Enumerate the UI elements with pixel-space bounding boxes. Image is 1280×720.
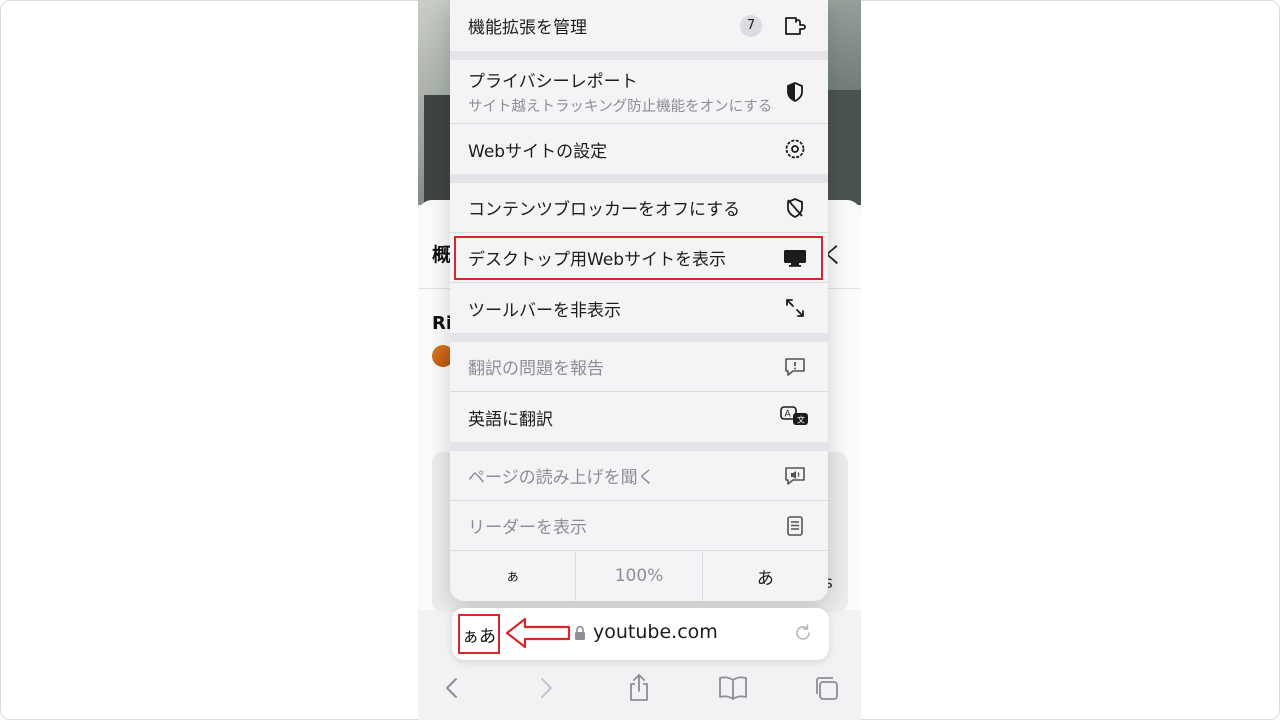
menu-separator	[450, 51, 828, 60]
page-title-fragment: 概	[432, 244, 452, 266]
highlight-box	[454, 236, 823, 280]
url-text[interactable]: youtube.com	[593, 621, 718, 643]
forward-icon[interactable]	[530, 672, 562, 704]
expand-arrows-icon	[780, 293, 810, 323]
menu-item-label: ページの読み上げを聞く	[468, 468, 655, 488]
exclamation-bubble-icon	[780, 352, 810, 382]
back-icon[interactable]	[436, 672, 468, 704]
svg-text:A: A	[785, 410, 792, 420]
menu-item-label: Webサイトの設定	[468, 141, 608, 162]
menu-separator	[450, 333, 828, 342]
privacy-title: プライバシーレポート	[468, 72, 638, 92]
page-menu: 機能拡張を管理 7 プライバシーレポート サイト越えトラッキング防止機能をオンに…	[450, 0, 828, 601]
menu-item-website-settings[interactable]: Webサイトの設定	[450, 124, 828, 174]
shield-icon	[780, 77, 810, 107]
privacy-subtitle: サイト越えトラッキング防止機能をオンにする	[468, 99, 773, 115]
menu-separator	[450, 174, 828, 183]
gear-icon	[780, 134, 810, 164]
reload-icon[interactable]	[792, 622, 814, 648]
menu-item-reader[interactable]: リーダーを表示	[450, 501, 828, 551]
page-format-button[interactable]: ぁあ	[458, 614, 500, 654]
annotation-arrow	[505, 616, 571, 654]
reader-icon	[780, 511, 810, 541]
decrease-font-button[interactable]: ぁ	[450, 551, 577, 601]
tabs-icon[interactable]	[810, 672, 842, 704]
menu-item-extensions[interactable]: 機能拡張を管理 7	[450, 0, 828, 51]
menu-separator	[450, 442, 828, 451]
menu-item-label: プライバシーレポート サイト越えトラッキング防止機能をオンにする	[468, 67, 780, 116]
menu-item-content-blockers[interactable]: コンテンツブロッカーをオフにする	[450, 183, 828, 233]
menu-item-label: コンテンツブロッカーをオフにする	[468, 200, 741, 220]
menu-item-label: 英語に翻訳	[468, 409, 553, 430]
speaker-bubble-icon	[780, 461, 810, 491]
menu-item-label: 翻訳の問題を報告	[468, 359, 604, 379]
font-size-row: ぁ 100% あ	[450, 551, 828, 601]
shield-slash-icon	[780, 193, 810, 223]
menu-item-report-translation[interactable]: 翻訳の問題を報告	[450, 342, 828, 392]
svg-text:文: 文	[797, 415, 805, 425]
menu-item-label: 機能拡張を管理	[468, 18, 587, 38]
zoom-level[interactable]: 100%	[576, 551, 703, 601]
menu-item-privacy-report[interactable]: プライバシーレポート サイト越えトラッキング防止機能をオンにする	[450, 60, 828, 124]
menu-item-listen[interactable]: ページの読み上げを聞く	[450, 451, 828, 501]
menu-item-label: リーダーを表示	[468, 518, 587, 538]
count-badge: 7	[740, 14, 762, 37]
translate-icon: A文	[780, 402, 810, 432]
menu-item-translate[interactable]: 英語に翻訳 A文	[450, 392, 828, 442]
lock-icon	[574, 625, 586, 645]
share-icon[interactable]	[623, 672, 655, 704]
menu-item-label: ツールバーを非表示	[468, 300, 621, 321]
menu-item-hide-toolbar[interactable]: ツールバーを非表示	[450, 283, 828, 333]
extension-icon	[780, 11, 810, 41]
increase-font-button[interactable]: あ	[703, 551, 828, 601]
bookmarks-icon[interactable]	[717, 672, 749, 704]
